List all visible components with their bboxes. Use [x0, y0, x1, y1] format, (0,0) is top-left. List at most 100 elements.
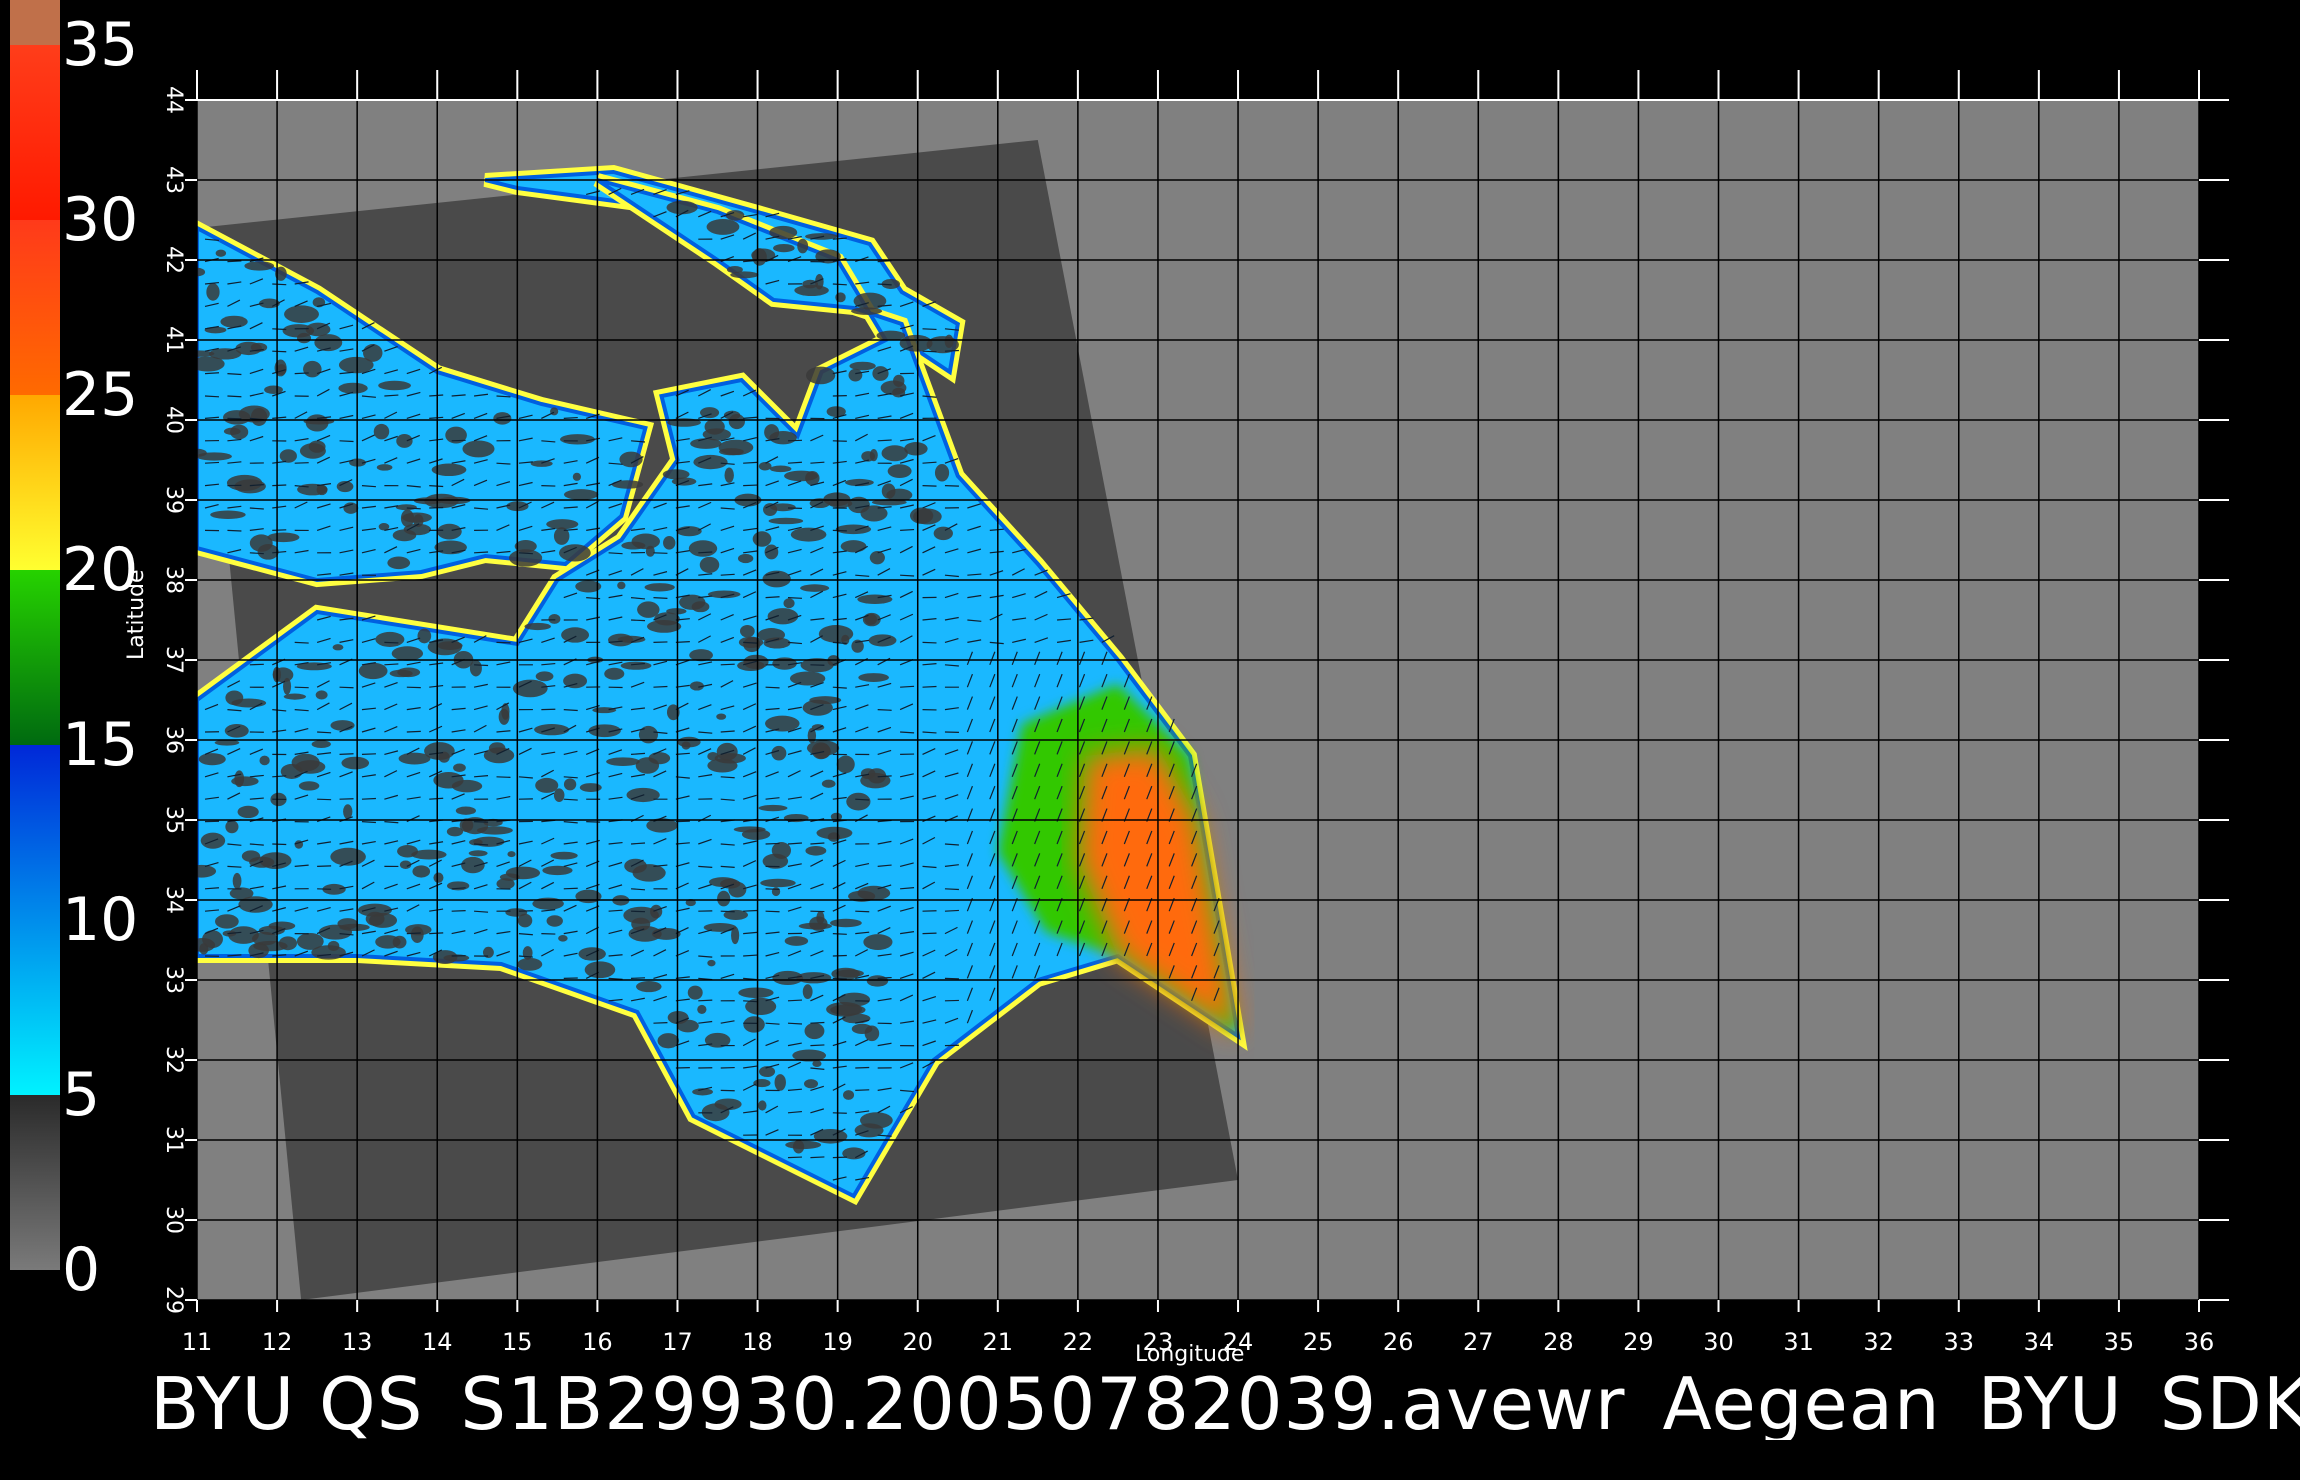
masked-cell: [840, 540, 867, 553]
wind-vector: [743, 909, 758, 912]
masked-cell: [204, 326, 227, 334]
x-tick-label: 15: [502, 1328, 533, 1356]
wind-vector: [900, 528, 915, 531]
masked-cell: [237, 805, 259, 819]
wind-vector: [631, 619, 646, 622]
wind-vector: [429, 932, 444, 935]
wind-vector: [227, 395, 242, 398]
masked-cell: [769, 465, 792, 473]
wind-vector: [339, 753, 354, 755]
wind-vector: [743, 461, 758, 464]
masked-cell: [934, 464, 950, 482]
masked-cell: [783, 598, 795, 609]
colorbar-band: [10, 745, 60, 1095]
masked-cell: [804, 1022, 825, 1040]
masked-cell: [311, 740, 331, 748]
wind-vector: [317, 888, 332, 890]
masked-cell: [584, 961, 616, 979]
masked-cell: [688, 540, 718, 557]
x-tick-label: 25: [1303, 1328, 1334, 1356]
masked-cell: [767, 608, 799, 625]
wind-vector: [496, 462, 511, 465]
masked-cell: [830, 918, 862, 928]
wind-vector: [900, 731, 915, 734]
masked-cell: [315, 690, 328, 700]
masked-cell: [843, 1090, 855, 1100]
wind-vector: [855, 1066, 870, 1069]
masked-cell: [864, 1025, 880, 1042]
masked-cell: [738, 987, 774, 999]
y-tick-label: 36: [161, 726, 186, 754]
masked-cell: [395, 504, 417, 511]
masked-cell: [620, 661, 652, 670]
wind-vector: [272, 484, 287, 487]
masked-cell: [681, 741, 691, 750]
masked-cell: [559, 544, 591, 562]
wind-vector: [406, 932, 421, 935]
masked-cell: [378, 380, 411, 391]
x-axis-label: Longitude: [1135, 1342, 1245, 1367]
masked-cell: [451, 779, 483, 793]
masked-cell: [851, 307, 883, 315]
masked-cell: [468, 850, 488, 857]
colorbar-band: [10, 395, 60, 570]
wind-vector: [294, 686, 309, 689]
y-tick-label: 32: [161, 1046, 186, 1074]
wind-vector: [227, 529, 242, 532]
masked-cell: [318, 924, 353, 940]
masked-cell: [206, 283, 220, 301]
x-tick-label: 26: [1383, 1328, 1414, 1356]
masked-cell: [821, 779, 836, 788]
masked-cell: [726, 266, 743, 274]
y-tick-label: 38: [161, 566, 186, 594]
masked-cell: [548, 614, 561, 624]
wind-vector: [832, 977, 847, 980]
masked-cell: [631, 533, 660, 550]
wind-vector: [384, 641, 399, 644]
masked-cell: [332, 644, 344, 651]
masked-cell: [644, 583, 675, 592]
wind-vector: [406, 730, 421, 733]
masked-cell: [558, 935, 568, 942]
masked-cell: [453, 763, 466, 772]
masked-cell: [740, 624, 755, 638]
masked-cell: [412, 865, 431, 878]
masked-cell: [872, 366, 889, 381]
masked-cell: [462, 440, 495, 458]
masked-cell: [849, 361, 876, 371]
masked-cell: [812, 1060, 822, 1068]
masked-cell: [250, 407, 268, 426]
masked-cell: [881, 483, 896, 499]
wind-vector: [631, 977, 646, 979]
y-tick-label: 30: [161, 1206, 186, 1234]
masked-cell: [725, 210, 745, 221]
masked-cell: [398, 752, 431, 765]
x-tick-label: 14: [422, 1328, 453, 1356]
wind-vector: [855, 910, 870, 913]
masked-cell: [542, 865, 573, 876]
y-tick-label: 34: [161, 886, 186, 914]
masked-cell: [687, 985, 703, 1000]
y-axis-label: Latitude: [124, 569, 149, 660]
wind-vector: [922, 641, 937, 644]
x-tick-label: 29: [1623, 1328, 1654, 1356]
x-tick-label: 30: [1703, 1328, 1734, 1356]
masked-cell: [716, 713, 727, 720]
masked-cell: [717, 890, 731, 907]
wind-vector: [832, 954, 847, 957]
masked-cell: [437, 523, 462, 540]
x-tick-label: 35: [2104, 1328, 2135, 1356]
masked-cell: [724, 467, 734, 483]
masked-cell: [546, 519, 579, 530]
masked-cell: [887, 464, 912, 478]
masked-cell: [853, 292, 887, 310]
masked-cell: [241, 850, 261, 862]
masked-cell: [387, 556, 411, 570]
x-tick-label: 17: [662, 1328, 693, 1356]
wind-vector: [272, 529, 287, 531]
masked-cell: [836, 755, 855, 774]
masked-cell: [769, 431, 797, 445]
masked-cell: [733, 826, 766, 833]
colorbar-band: [10, 1095, 60, 1270]
wind-vector: [787, 597, 803, 599]
